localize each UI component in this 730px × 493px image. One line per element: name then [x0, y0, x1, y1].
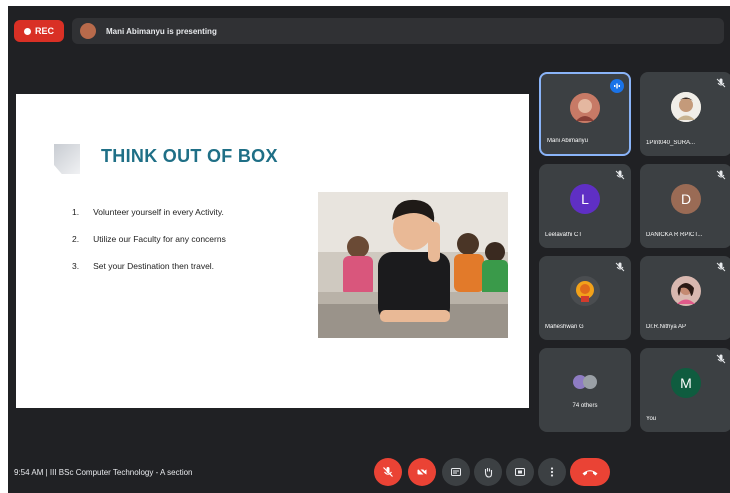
present-screen-button[interactable]: [506, 458, 534, 486]
slide-list: 1. Volunteer yourself in every Activity. …: [72, 207, 226, 288]
slide-list-item: 3. Set your Destination then travel.: [72, 261, 215, 271]
mic-muted-icon: [615, 170, 625, 180]
participant-avatar: [671, 92, 701, 123]
meeting-time: 9:54 AM: [14, 468, 44, 477]
more-options-button[interactable]: [538, 458, 566, 486]
participant-tile-1pint040[interactable]: 1PInt040_SURA...: [640, 72, 730, 156]
presenting-banner[interactable]: Mani Abimanyu is presenting: [72, 18, 724, 44]
captions-icon: [451, 468, 461, 476]
classroom-photo: [318, 192, 508, 338]
raise-hand-button[interactable]: [474, 458, 502, 486]
participant-name: Mani Abimanyu: [547, 138, 589, 144]
participant-tile-danicka[interactable]: D DANICKA R RPICT...: [640, 164, 730, 248]
participant-name: DANICKA R RPICT...: [646, 232, 703, 238]
mic-off-icon: [383, 467, 393, 477]
leave-call-button[interactable]: [570, 458, 610, 486]
participant-avatar: D: [671, 184, 701, 215]
participant-name: 1PInt040_SURA...: [646, 140, 696, 146]
raise-hand-icon: [484, 468, 493, 478]
slide-title: THINK OUT OF BOX: [101, 146, 278, 166]
presenter-avatar: [80, 23, 96, 39]
participant-avatar: L: [570, 184, 600, 215]
recording-dot-icon: [23, 27, 31, 35]
more-options-icon: [550, 467, 554, 477]
mic-muted-icon: [615, 262, 625, 272]
recording-label: REC: [34, 26, 54, 36]
presenting-text: Mani Abimanyu is presenting: [106, 26, 217, 36]
speaking-indicator-icon: [610, 79, 624, 93]
camera-toggle-button[interactable]: [408, 458, 436, 486]
participant-name: You: [646, 416, 657, 422]
meet-window: REC Mani Abimanyu is presenting THINK OU…: [8, 6, 730, 493]
participant-tile-nithya[interactable]: Dr.R.Nithya AP: [640, 256, 730, 340]
others-count: 74 others: [572, 403, 598, 409]
participant-tile-mani-abimanyu[interactable]: Mani Abimanyu: [539, 72, 631, 156]
leave-call-icon: [582, 470, 598, 476]
mic-muted-icon: [716, 78, 726, 88]
mic-muted-icon: [716, 354, 726, 364]
slide-list-item: 1. Volunteer yourself in every Activity.: [72, 207, 224, 217]
mic-muted-icon: [716, 170, 726, 180]
participant-tile-others[interactable]: 74 others: [539, 348, 631, 432]
mic-muted-icon: [716, 262, 726, 272]
participant-name: Maheshwari G: [545, 324, 584, 330]
camera-off-icon: [417, 467, 427, 477]
slide-corner-decoration: [54, 144, 80, 174]
meeting-info: 9:54 AM | III BSc Computer Technology - …: [14, 468, 193, 477]
participant-tile-maheshwari[interactable]: Maheshwari G: [539, 256, 631, 340]
participant-tile-you[interactable]: M You: [640, 348, 730, 432]
present-screen-icon: [515, 468, 525, 476]
others-avatars: [573, 374, 597, 389]
meeting-title: III BSc Computer Technology - A section: [49, 468, 193, 477]
captions-button[interactable]: [442, 458, 470, 486]
slide-list-item: 2. Utilize our Faculty for any concerns: [72, 234, 226, 244]
participant-avatar: [671, 276, 701, 307]
participant-tile-leelavathi[interactable]: L Leelavathi CT: [539, 164, 631, 248]
recording-badge: REC: [14, 20, 64, 42]
participant-name: Leelavathi CT: [545, 232, 583, 238]
participant-name: Dr.R.Nithya AP: [646, 324, 687, 330]
participant-avatar: [570, 92, 600, 123]
meeting-separator: |: [45, 468, 48, 477]
mic-toggle-button[interactable]: [374, 458, 402, 486]
presented-slide: THINK OUT OF BOX 1. Volunteer yourself in…: [16, 94, 529, 408]
participant-avatar: [570, 276, 600, 307]
participant-avatar: M: [671, 368, 701, 399]
